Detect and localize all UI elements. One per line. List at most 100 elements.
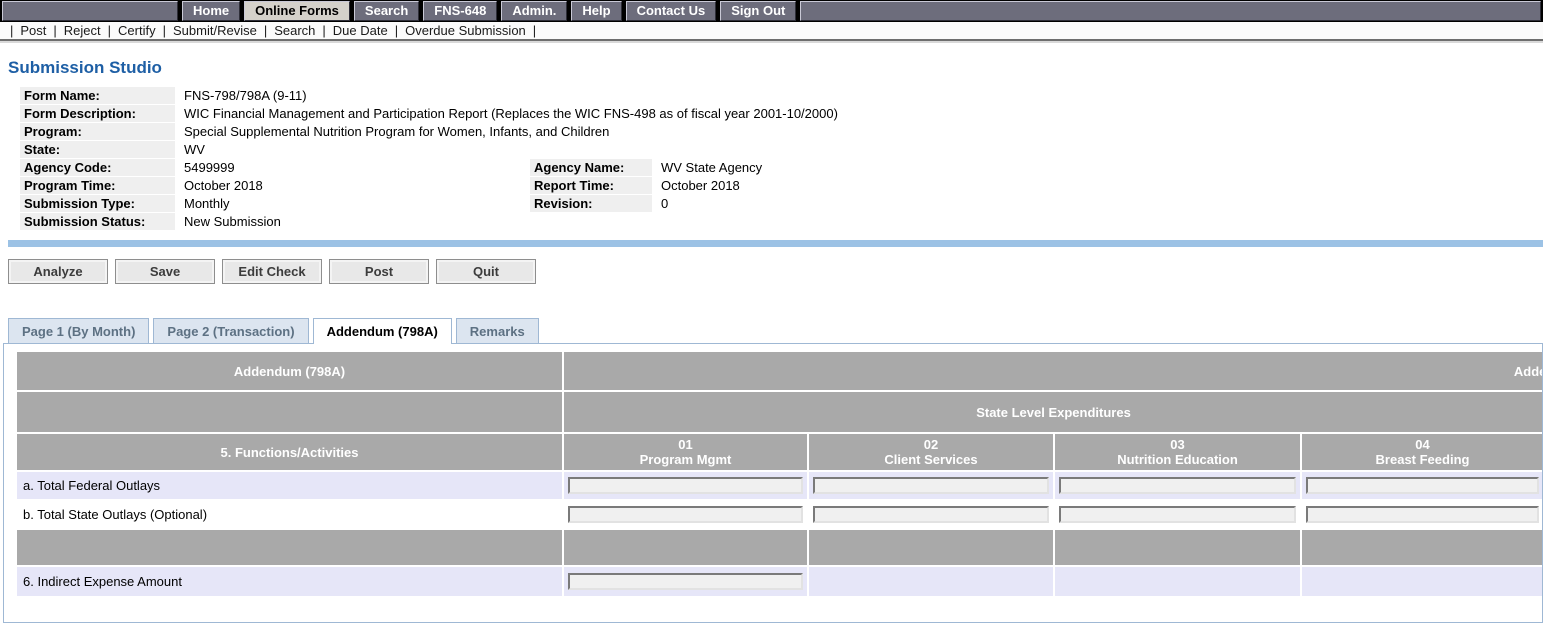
nav-left-spacer: [2, 1, 178, 21]
menu-separator: |: [101, 23, 118, 38]
program-label: Program:: [20, 123, 175, 140]
menu-search[interactable]: Search: [274, 23, 315, 38]
detail-row-form-description: Form Description: WIC Financial Manageme…: [20, 105, 1540, 123]
tab-remarks[interactable]: Remarks: [456, 318, 539, 343]
total-federal-outlays-label: a. Total Federal Outlays: [17, 472, 562, 499]
column-header-01-program-mgmt: 01 Program Mgmt: [564, 434, 807, 470]
addendum-tab-panel: Addendum (798A) Addendum (798A) State Le…: [3, 343, 1543, 623]
state-outlays-01-input[interactable]: [568, 506, 803, 523]
detail-row-type: Submission Type: Monthly Revision: 0: [20, 195, 1540, 213]
nav-search[interactable]: Search: [354, 1, 419, 21]
column-code: 03: [1055, 437, 1300, 452]
nav-right-spacer: [800, 1, 1541, 21]
column-header-02-client-services: 02 Client Services: [809, 434, 1053, 470]
program-time-label: Program Time:: [20, 177, 175, 194]
detail-row-agency: Agency Code: 5499999 Agency Name: WV Sta…: [20, 159, 1540, 177]
menu-due-date[interactable]: Due Date: [333, 23, 388, 38]
detail-row-form-name: Form Name: FNS-798/798A (9-11): [20, 87, 1540, 105]
revision-label: Revision:: [530, 195, 652, 212]
column-name: Program Mgmt: [640, 452, 732, 467]
state-label: State:: [20, 141, 175, 158]
agency-name-value: WV State Agency: [652, 159, 1540, 176]
page-title: Submission Studio: [8, 58, 1543, 78]
indirect-expense-label: 6. Indirect Expense Amount: [17, 567, 562, 596]
tab-page-1-by-month[interactable]: Page 1 (By Month): [8, 318, 149, 343]
menu-certify[interactable]: Certify: [118, 23, 156, 38]
federal-outlays-03-input[interactable]: [1059, 477, 1296, 494]
menu-submit-revise[interactable]: Submit/Revise: [173, 23, 257, 38]
spacer-row: [17, 530, 1543, 565]
column-header-03-nutrition-education: 03 Nutrition Education: [1055, 434, 1300, 470]
agency-code-label: Agency Code:: [20, 159, 175, 176]
submission-menu-bar: | Post | Reject | Certify | Submit/Revis…: [0, 22, 1543, 41]
row-total-state-outlays: b. Total State Outlays (Optional): [17, 501, 1543, 528]
form-name-label: Form Name:: [20, 87, 175, 104]
column-name: Client Services: [884, 452, 977, 467]
submission-type-label: Submission Type:: [20, 195, 175, 212]
form-description-value: WIC Financial Management and Participati…: [175, 105, 1540, 122]
analyze-button[interactable]: Analyze: [8, 259, 108, 284]
menu-overdue-submission[interactable]: Overdue Submission: [405, 23, 526, 38]
total-state-outlays-label: b. Total State Outlays (Optional): [17, 501, 562, 528]
state-level-expenditures-header: State Level Expenditures: [564, 392, 1543, 432]
submission-status-value: New Submission: [175, 213, 1540, 230]
column-name: Breast Feeding: [1376, 452, 1470, 467]
indirect-empty-cell: [809, 567, 1053, 596]
state-value: WV: [175, 141, 1540, 158]
addendum-header-right-clipped: Addendum (798A): [564, 352, 1543, 390]
indirect-empty-cell: [1055, 567, 1300, 596]
tab-addendum-798a[interactable]: Addendum (798A): [313, 318, 452, 344]
form-name-value: FNS-798/798A (9-11): [175, 87, 1540, 104]
detail-row-state: State: WV: [20, 141, 1540, 159]
column-code: 04: [1302, 437, 1543, 452]
menu-reject[interactable]: Reject: [64, 23, 101, 38]
quit-button[interactable]: Quit: [436, 259, 536, 284]
state-outlays-02-input[interactable]: [813, 506, 1049, 523]
menu-separator: |: [257, 23, 274, 38]
report-time-label: Report Time:: [530, 177, 652, 194]
federal-outlays-02-input[interactable]: [813, 477, 1049, 494]
column-header-04-breast-feeding: 04 Breast Feeding: [1302, 434, 1543, 470]
menu-separator: |: [315, 23, 332, 38]
action-button-row: Analyze Save Edit Check Post Quit: [8, 259, 1543, 284]
agency-code-value: 5499999: [175, 159, 530, 176]
column-name: Nutrition Education: [1117, 452, 1238, 467]
spacer-cell: [1055, 530, 1300, 565]
nav-home[interactable]: Home: [182, 1, 240, 21]
submission-type-value: Monthly: [175, 195, 530, 212]
row-total-federal-outlays: a. Total Federal Outlays: [17, 472, 1543, 499]
nav-online-forms[interactable]: Online Forms: [244, 1, 350, 21]
agency-name-label: Agency Name:: [530, 159, 652, 176]
state-outlays-04-input[interactable]: [1306, 506, 1539, 523]
menu-separator: |: [156, 23, 173, 38]
menu-post[interactable]: Post: [20, 23, 46, 38]
column-code: 01: [564, 437, 807, 452]
addendum-header-left: Addendum (798A): [17, 352, 562, 390]
menu-separator: |: [46, 23, 63, 38]
section-header-row: State Level Expenditures: [17, 392, 1543, 432]
federal-outlays-01-input[interactable]: [568, 477, 803, 494]
menu-separator: |: [526, 23, 543, 38]
edit-check-button[interactable]: Edit Check: [222, 259, 322, 284]
detail-row-time: Program Time: October 2018 Report Time: …: [20, 177, 1540, 195]
column-header-row: 5. Functions/Activities 01 Program Mgmt …: [17, 434, 1543, 470]
state-outlays-03-input[interactable]: [1059, 506, 1296, 523]
nav-fns-648[interactable]: FNS-648: [423, 1, 497, 21]
federal-outlays-04-input[interactable]: [1306, 477, 1539, 494]
nav-help[interactable]: Help: [571, 1, 621, 21]
indirect-expense-input[interactable]: [568, 573, 803, 590]
menu-separator: |: [388, 23, 405, 38]
nav-sign-out[interactable]: Sign Out: [720, 1, 796, 21]
spacer-cell: [809, 530, 1053, 565]
top-navigation-bar: Home Online Forms Search FNS-648 Admin. …: [0, 0, 1543, 22]
save-button[interactable]: Save: [115, 259, 215, 284]
tab-page-2-transaction[interactable]: Page 2 (Transaction): [153, 318, 308, 343]
nav-contact-us[interactable]: Contact Us: [626, 1, 717, 21]
spacer-cell: [17, 530, 562, 565]
detail-row-program: Program: Special Supplemental Nutrition …: [20, 123, 1540, 141]
nav-admin[interactable]: Admin.: [501, 1, 567, 21]
section-header-spacer: [17, 392, 562, 432]
form-description-label: Form Description:: [20, 105, 175, 122]
post-button[interactable]: Post: [329, 259, 429, 284]
program-value: Special Supplemental Nutrition Program f…: [175, 123, 1540, 140]
